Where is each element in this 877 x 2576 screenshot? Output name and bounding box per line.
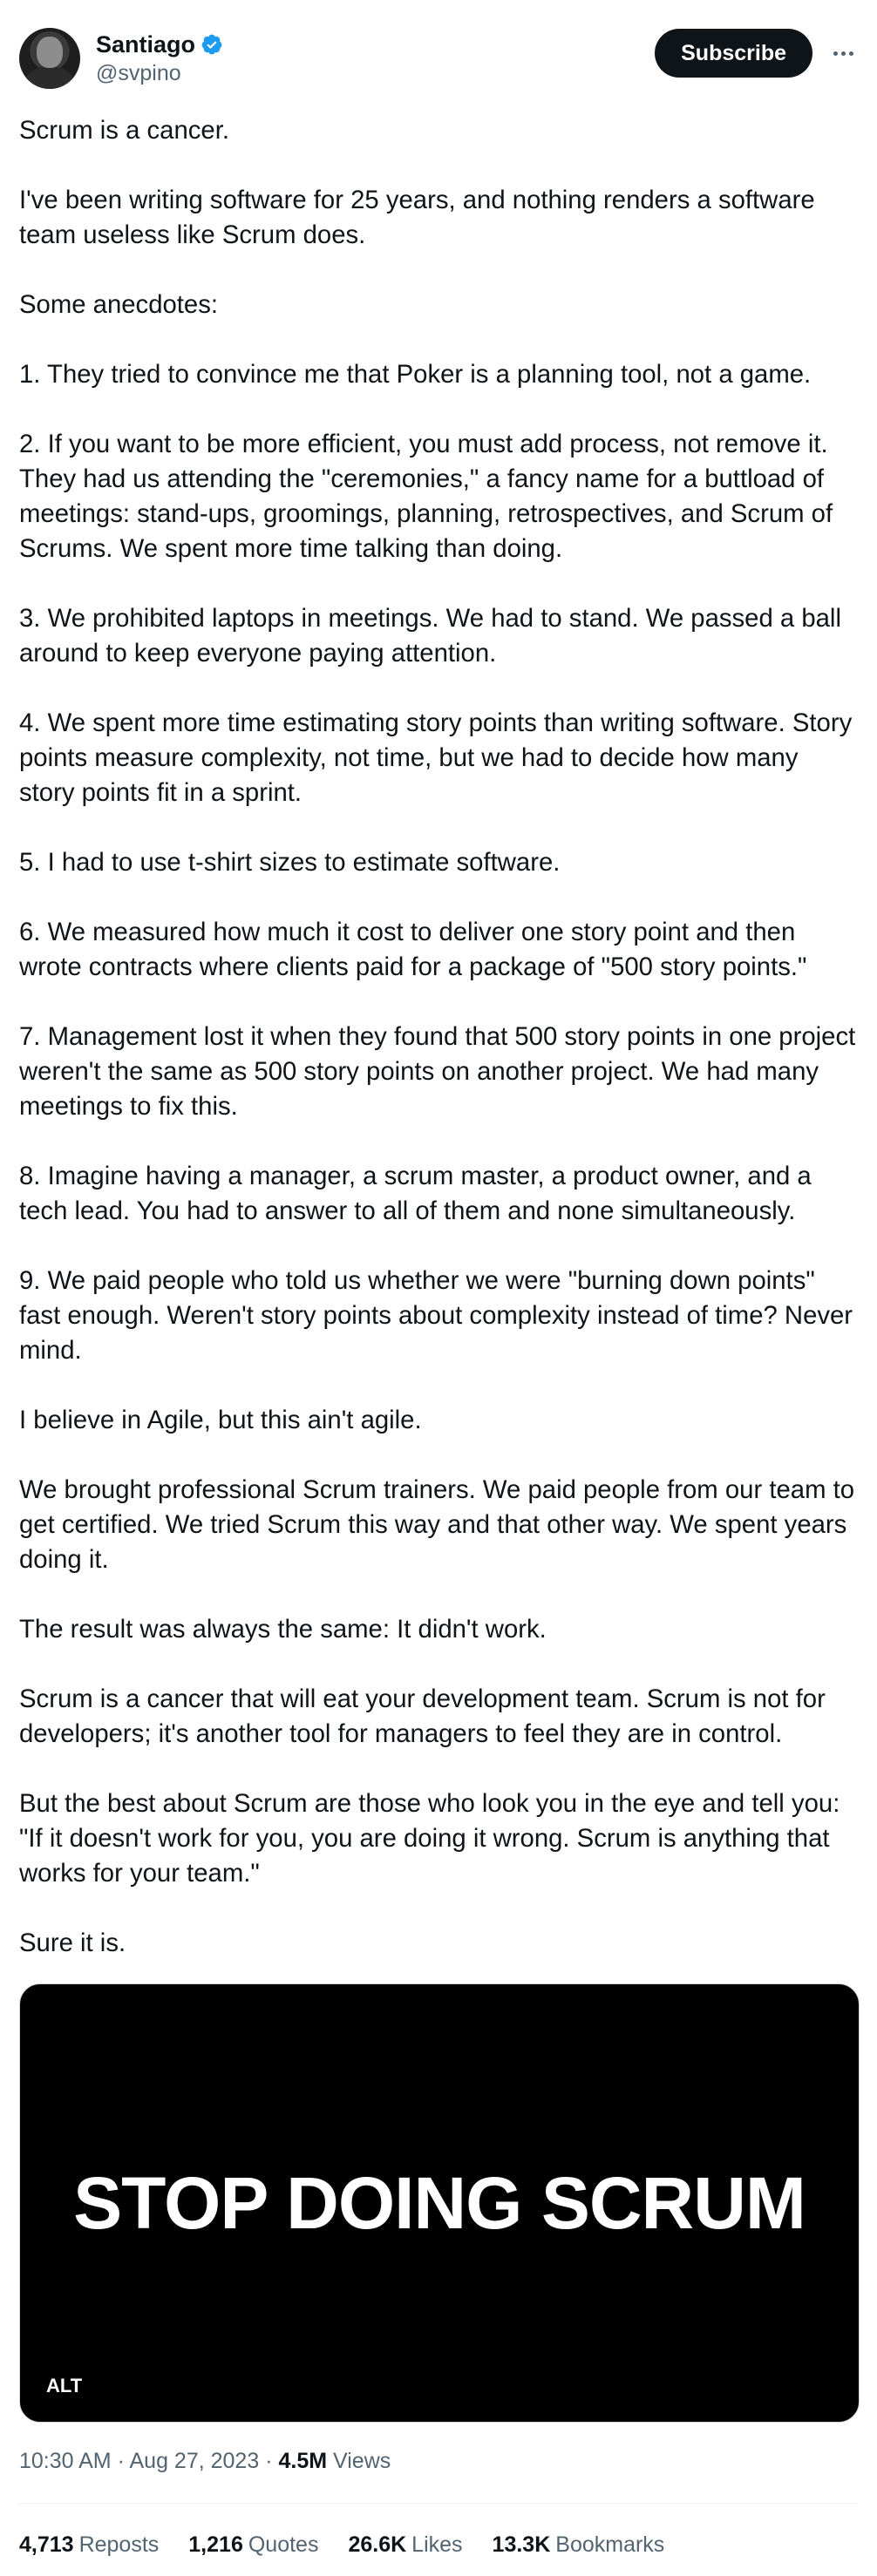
stat-label: Bookmarks	[555, 2532, 665, 2557]
tweet-paragraph: We brought professional Scrum trainers. …	[19, 1475, 855, 1574]
tweet-paragraph: I've been writing software for 25 years,…	[19, 186, 815, 249]
author-name-row: Santiago	[96, 30, 223, 59]
tweet-date[interactable]: Aug 27, 2023	[130, 2449, 260, 2473]
views-count: 4.5M	[278, 2449, 328, 2473]
stat-count: 13.3K	[492, 2532, 551, 2557]
stat-label: Likes	[411, 2532, 463, 2557]
tweet-paragraph: 7. Management lost it when they found th…	[19, 1022, 856, 1121]
media-caption-text: STOP DOING SCRUM	[73, 2161, 806, 2244]
tweet-paragraph: 9. We paid people who told us whether we…	[19, 1266, 853, 1365]
tweet-paragraph: 5. I had to use t-shirt sizes to estimat…	[19, 848, 561, 877]
author-name[interactable]: Santiago	[96, 30, 195, 59]
tweet-paragraph: Some anecdotes:	[19, 290, 219, 319]
tweet-page: Santiago @svpino Subscribe Scrum is a ca…	[0, 0, 877, 2576]
author-handle[interactable]: @svpino	[96, 60, 223, 86]
avatar-shoulders	[24, 66, 75, 89]
tweet-meta: 10:30 AM · Aug 27, 2023 · 4.5M Views	[19, 2447, 391, 2475]
stat-reposts[interactable]: 4,713 Reposts	[19, 2531, 159, 2559]
views-label: Views	[333, 2449, 391, 2473]
avatar[interactable]	[19, 28, 80, 89]
tweet-paragraph: 2. If you want to be more efficient, you…	[19, 430, 833, 563]
avatar-face	[37, 37, 63, 68]
alt-text-button[interactable]: ALT	[39, 2371, 90, 2401]
tweet-media-image[interactable]: STOP DOING SCRUM ALT	[19, 1983, 860, 2423]
stat-likes[interactable]: 26.6K Likes	[348, 2531, 462, 2559]
tweet-paragraph: Scrum is a cancer that will eat your dev…	[19, 1685, 826, 1748]
tweet-paragraph: 6. We measured how much it cost to deliv…	[19, 918, 807, 981]
tweet-stats: 4,713 Reposts 1,216 Quotes 26.6K Likes 13.3…	[19, 2531, 664, 2559]
author-info: Santiago @svpino	[96, 30, 223, 86]
stat-label: Quotes	[248, 2532, 319, 2557]
verified-badge-icon	[201, 34, 222, 55]
meta-separator: ·	[265, 2449, 273, 2473]
more-horizontal-icon[interactable]	[828, 38, 858, 68]
tweet-header: Santiago @svpino Subscribe	[19, 26, 858, 94]
stat-bookmarks[interactable]: 13.3K Bookmarks	[493, 2531, 665, 2559]
stat-count: 26.6K	[348, 2532, 407, 2557]
meta-separator: ·	[117, 2449, 125, 2473]
tweet-paragraph: Sure it is.	[19, 1929, 126, 1957]
tweet-paragraph: 4. We spent more time estimating story p…	[19, 708, 853, 807]
tweet-text: Scrum is a cancer. I've been writing sof…	[19, 113, 860, 1961]
tweet-paragraph: The result was always the same: It didn'…	[19, 1615, 547, 1644]
divider	[19, 2503, 858, 2504]
stat-label: Reposts	[78, 2532, 160, 2557]
tweet-paragraph: Scrum is a cancer.	[19, 116, 229, 145]
tweet-paragraph: 1. They tried to convince me that Poker …	[19, 360, 812, 389]
stat-quotes[interactable]: 1,216 Quotes	[188, 2531, 318, 2559]
more-dot	[833, 51, 838, 56]
subscribe-button[interactable]: Subscribe	[655, 29, 812, 78]
more-dot	[848, 51, 853, 56]
tweet-paragraph: I believe in Agile, but this ain't agile…	[19, 1406, 422, 1434]
stat-count: 1,216	[188, 2532, 243, 2557]
more-dot	[840, 51, 846, 56]
tweet-time[interactable]: 10:30 AM	[19, 2449, 112, 2473]
tweet-paragraph: 8. Imagine having a manager, a scrum mas…	[19, 1162, 812, 1225]
tweet-paragraph: But the best about Scrum are those who l…	[19, 1789, 840, 1888]
tweet-paragraph: 3. We prohibited laptops in meetings. We…	[19, 604, 841, 668]
stat-count: 4,713	[19, 2532, 74, 2557]
